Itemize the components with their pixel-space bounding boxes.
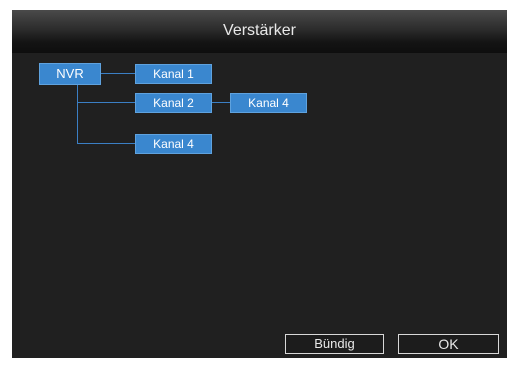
- title-bar: Verstärker: [12, 10, 507, 53]
- tree-node-kanal-2[interactable]: Kanal 2: [135, 93, 212, 113]
- connector-root-kanal1: [99, 73, 135, 74]
- align-button[interactable]: Bündig: [285, 334, 384, 354]
- tree-node-nvr[interactable]: NVR: [39, 63, 101, 85]
- amplifier-dialog: Verstärker NVR Kanal 1 Kanal 2 Kanal 4 K…: [12, 10, 507, 358]
- topology-panel: NVR Kanal 1 Kanal 2 Kanal 4 Kanal 4: [12, 53, 507, 358]
- tree-node-kanal-4-sub[interactable]: Kanal 4: [230, 93, 307, 113]
- connector-trunk-kanal4: [77, 143, 135, 144]
- connector-kanal2-kanal4: [212, 102, 230, 103]
- tree-node-kanal-4[interactable]: Kanal 4: [135, 134, 212, 154]
- ok-button[interactable]: OK: [398, 334, 499, 354]
- dialog-title: Verstärker: [223, 22, 296, 39]
- connector-trunk-vertical: [77, 85, 78, 143]
- connector-trunk-kanal2: [77, 102, 135, 103]
- tree-node-kanal-1[interactable]: Kanal 1: [135, 64, 212, 84]
